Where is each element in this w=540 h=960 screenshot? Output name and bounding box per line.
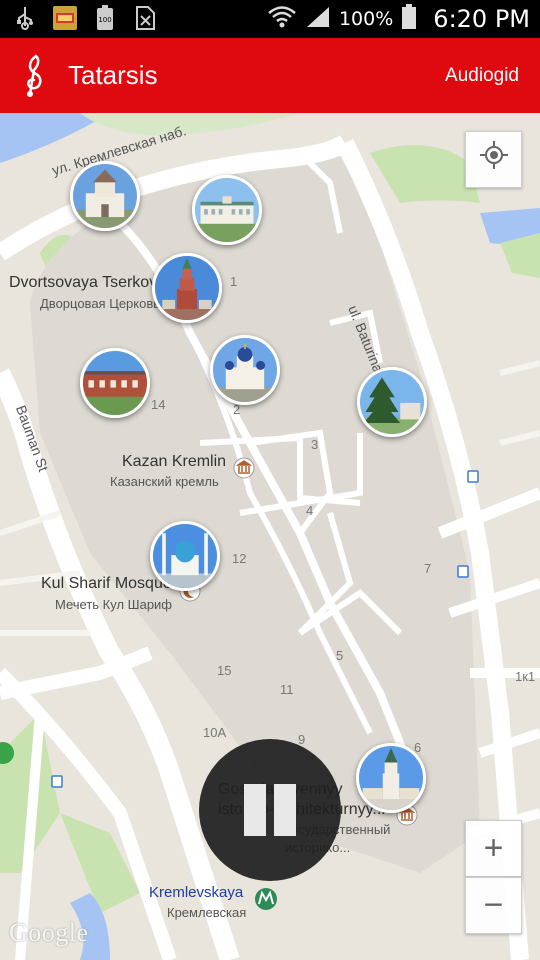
zoom-in-button[interactable]: + bbox=[465, 820, 522, 877]
svg-text:100: 100 bbox=[98, 16, 111, 24]
building-number: 10A bbox=[203, 725, 227, 740]
place-label-ru: Дворцовая Церковь bbox=[40, 296, 161, 311]
kul-sharif-mosque-marker[interactable] bbox=[150, 521, 220, 591]
usb-icon bbox=[12, 5, 38, 31]
building-number: 7 bbox=[424, 561, 432, 576]
place-label-en: Kazan Kremlin bbox=[122, 453, 227, 470]
crosshair-icon bbox=[479, 140, 509, 179]
building-number: 1 bbox=[230, 274, 238, 289]
app-bar: Tatarsis Audiogid bbox=[0, 38, 540, 113]
place-label-ru: Мечеть Кул Шариф bbox=[55, 597, 172, 612]
metro-label-en: Kremlevskaya bbox=[149, 884, 244, 901]
battery-percent: 100% bbox=[338, 8, 394, 30]
no-sim-icon bbox=[132, 5, 158, 31]
place-label-en: Dvortsovaya Tserkov bbox=[9, 274, 158, 291]
audiogid-button[interactable]: Audiogid bbox=[445, 65, 519, 87]
metro-label-ru: Кремлевская bbox=[167, 905, 247, 920]
syuyumbike-tower-marker[interactable] bbox=[152, 253, 222, 323]
building-number: 14 bbox=[151, 397, 166, 412]
my-location-button[interactable] bbox=[465, 131, 522, 188]
signal-icon bbox=[305, 5, 331, 34]
building-number: 15 bbox=[217, 663, 232, 678]
battery-icon bbox=[401, 3, 417, 35]
building-number: 11 bbox=[280, 682, 294, 697]
minus-icon: − bbox=[483, 886, 504, 924]
governor-palace-marker[interactable] bbox=[192, 175, 262, 245]
clock: 6:20 PM bbox=[433, 5, 530, 33]
place-label-ru: Казанский кремль bbox=[110, 474, 219, 489]
treble-clef-logo-icon[interactable] bbox=[18, 52, 52, 98]
wifi-icon bbox=[267, 5, 297, 34]
building-number: 12 bbox=[232, 551, 247, 566]
pause-button[interactable] bbox=[199, 739, 341, 881]
plus-icon: + bbox=[483, 829, 504, 867]
google-attribution: Google bbox=[9, 918, 89, 947]
notification-app-icon bbox=[52, 5, 78, 31]
annunciation-cathedral-marker[interactable] bbox=[210, 335, 280, 405]
place-label-en: Kul Sharif Mosque bbox=[41, 575, 172, 592]
app-title: Tatarsis bbox=[68, 60, 158, 90]
status-bar: 100 100% 6:20 PM bbox=[0, 0, 540, 38]
battery-100-icon: 100 bbox=[92, 5, 118, 31]
building-number: 4 bbox=[306, 503, 314, 518]
cannon-yard-marker[interactable] bbox=[80, 348, 150, 418]
fir-tree-marker[interactable] bbox=[357, 367, 427, 437]
building-number: 3 bbox=[311, 437, 319, 452]
tower-gate-marker[interactable] bbox=[70, 161, 140, 231]
spasskaya-tower-marker[interactable] bbox=[356, 743, 426, 813]
building-number: 5 bbox=[336, 648, 344, 663]
building-number: 1к1 bbox=[515, 669, 536, 684]
pause-icon bbox=[240, 784, 300, 836]
zoom-out-button[interactable]: − bbox=[465, 877, 522, 934]
